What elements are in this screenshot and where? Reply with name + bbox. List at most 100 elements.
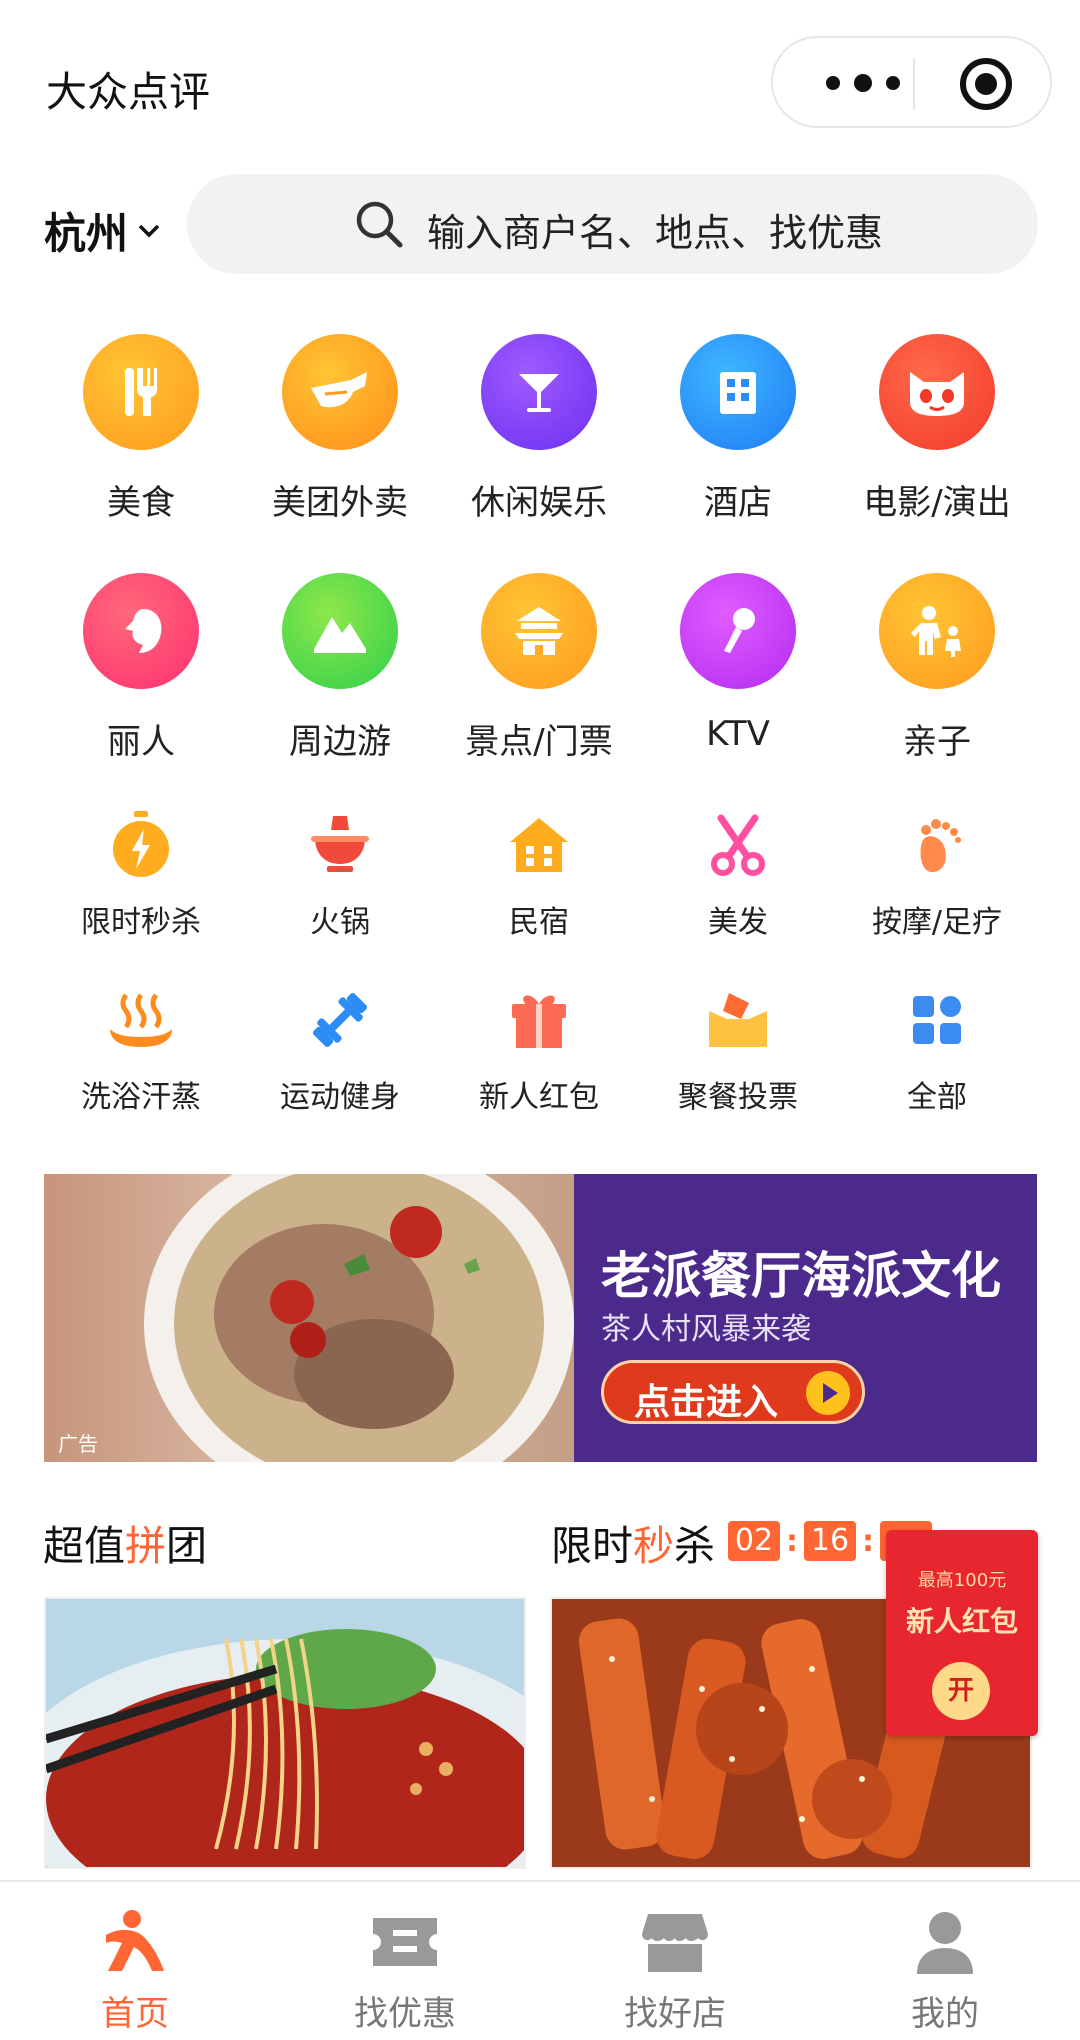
microphone-icon xyxy=(680,573,796,689)
hotpot-icon xyxy=(300,805,380,885)
category-leisure[interactable]: 休闲娱乐 xyxy=(439,334,639,524)
search-placeholder: 输入商户名、地点、找优惠 xyxy=(427,211,884,255)
category-attractions[interactable]: 景点/门票 xyxy=(439,573,639,763)
house-icon xyxy=(499,805,579,885)
subcategory-label: 限时秒杀 xyxy=(81,905,201,940)
search-icon xyxy=(356,201,403,248)
title-highlight: 秒 xyxy=(633,1522,674,1570)
chevron-down-icon xyxy=(138,224,160,237)
app-root: 大众点评 杭州 输入商户名、地点、找优惠 美食 美团外卖 休闲娱乐 酒店 电影/… xyxy=(0,0,1080,2040)
tab-find-deals[interactable]: 找优惠 xyxy=(270,1882,540,2040)
bottom-tab-bar: 首页 找优惠 找好店 我的 xyxy=(0,1880,1080,2040)
app-title: 大众点评 xyxy=(46,68,210,116)
category-label: 酒店 xyxy=(704,483,772,523)
parent-child-icon xyxy=(879,573,995,689)
redpacket-title: 新人红包 xyxy=(905,1605,1018,1638)
category-food[interactable]: 美食 xyxy=(41,334,241,524)
city-selector[interactable]: 杭州 xyxy=(44,200,164,261)
ballot-box-icon xyxy=(698,980,778,1060)
tab-label: 找优惠 xyxy=(354,1994,456,2034)
redpacket-max-amount: 最高100元 xyxy=(917,1570,1007,1591)
subcategory-massage[interactable]: 按摩/足疗 xyxy=(837,805,1037,941)
dianping-logo-icon xyxy=(95,1902,175,1982)
countdown-hours: 02 xyxy=(728,1521,780,1561)
subcategory-flash-sale[interactable]: 限时秒杀 xyxy=(41,805,241,941)
ad-tag: 广告 xyxy=(58,1432,98,1456)
subcategory-label: 美发 xyxy=(708,905,768,940)
hot-spring-icon xyxy=(101,980,181,1060)
subcategory-homestay[interactable]: 民宿 xyxy=(439,805,639,941)
dumbbell-icon xyxy=(300,980,380,1060)
category-hotel[interactable]: 酒店 xyxy=(638,334,838,524)
title-part: 杀 xyxy=(674,1522,715,1570)
footprint-icon xyxy=(897,805,977,885)
banner-subtitle: 茶人村风暴来袭 xyxy=(601,1312,811,1347)
coupon-icon xyxy=(365,1902,445,1982)
subcategory-hotpot[interactable]: 火锅 xyxy=(240,805,440,941)
subcategory-label: 新人红包 xyxy=(479,1080,599,1115)
category-label: 美团外卖 xyxy=(272,483,408,523)
noodle-image xyxy=(46,1599,524,1867)
close-target-icon[interactable] xyxy=(958,56,1014,112)
kangaroo-icon xyxy=(282,334,398,450)
tab-profile[interactable]: 我的 xyxy=(810,1882,1080,2040)
subcategory-group-vote[interactable]: 聚餐投票 xyxy=(638,980,838,1116)
category-parent-child[interactable]: 亲子 xyxy=(837,573,1037,763)
stopwatch-bolt-icon xyxy=(101,805,181,885)
newuser-redpacket-float[interactable]: 最高100元 新人红包 开 xyxy=(886,1530,1038,1736)
mountain-icon xyxy=(282,573,398,689)
promo-banner[interactable]: 老派餐厅海派文化 茶人村风暴来袭 点击进入 广告 xyxy=(44,1174,1037,1462)
banner-food-image xyxy=(44,1174,574,1462)
redpacket-open-button[interactable]: 开 xyxy=(932,1662,990,1720)
group-buy-card[interactable] xyxy=(44,1597,526,1869)
category-meituan-waimai[interactable]: 美团外卖 xyxy=(240,334,440,524)
category-label: 休闲娱乐 xyxy=(471,483,607,523)
subcategory-label: 洗浴汗蒸 xyxy=(81,1080,201,1115)
tab-label: 找好店 xyxy=(624,1994,726,2034)
category-ktv[interactable]: KTV xyxy=(638,573,838,754)
tab-home[interactable]: 首页 xyxy=(0,1882,270,2040)
subcategory-fitness[interactable]: 运动健身 xyxy=(240,980,440,1116)
city-name: 杭州 xyxy=(44,209,129,258)
play-icon xyxy=(806,1371,850,1415)
subcategory-all[interactable]: 全部 xyxy=(837,980,1037,1116)
title-part: 限时 xyxy=(551,1522,633,1570)
top-bar: 大众点评 xyxy=(0,0,1080,165)
category-beauty[interactable]: 丽人 xyxy=(41,573,241,763)
title-part: 团 xyxy=(166,1522,207,1570)
title-part: 超值 xyxy=(43,1522,125,1570)
tab-label: 我的 xyxy=(911,1994,979,2034)
category-nearby-travel[interactable]: 周边游 xyxy=(240,573,440,763)
group-buy-title[interactable]: 超值拼团 xyxy=(43,1512,207,1572)
flash-sale-title[interactable]: 限时秒杀 xyxy=(551,1512,715,1572)
countdown-colon: : xyxy=(862,1523,874,1559)
subcategory-newuser-redpacket[interactable]: 新人红包 xyxy=(439,980,639,1116)
subcategory-bath-sauna[interactable]: 洗浴汗蒸 xyxy=(41,980,241,1116)
scissors-icon xyxy=(698,805,778,885)
category-movie-show[interactable]: 电影/演出 xyxy=(837,334,1037,524)
subcategory-hair[interactable]: 美发 xyxy=(638,805,838,941)
category-label: 景点/门票 xyxy=(465,722,613,762)
category-label: 亲子 xyxy=(903,722,971,762)
search-bar[interactable]: 输入商户名、地点、找优惠 xyxy=(187,174,1038,274)
banner-cta-label: 点击进入 xyxy=(634,1382,779,1423)
tab-label: 首页 xyxy=(101,1994,169,2034)
user-icon xyxy=(905,1902,985,1982)
banner-title: 老派餐厅海派文化 xyxy=(601,1247,1001,1305)
category-label: 电影/演出 xyxy=(863,483,1011,523)
more-options-icon[interactable] xyxy=(813,70,913,96)
building-icon xyxy=(680,334,796,450)
category-label: KTV xyxy=(706,714,770,754)
subcategory-label: 运动健身 xyxy=(280,1080,400,1115)
category-label: 美食 xyxy=(107,483,175,523)
subcategory-label: 火锅 xyxy=(310,905,370,940)
banner-enter-button[interactable]: 点击进入 xyxy=(601,1360,865,1424)
subcategory-label: 全部 xyxy=(907,1080,967,1115)
grid-icon xyxy=(897,980,977,1060)
woman-profile-icon xyxy=(83,573,199,689)
cocktail-glass-icon xyxy=(481,334,597,450)
category-label: 周边游 xyxy=(289,722,391,762)
countdown-colon: : xyxy=(786,1523,798,1559)
tab-find-stores[interactable]: 找好店 xyxy=(540,1882,810,2040)
subcategory-label: 按摩/足疗 xyxy=(871,905,1003,940)
